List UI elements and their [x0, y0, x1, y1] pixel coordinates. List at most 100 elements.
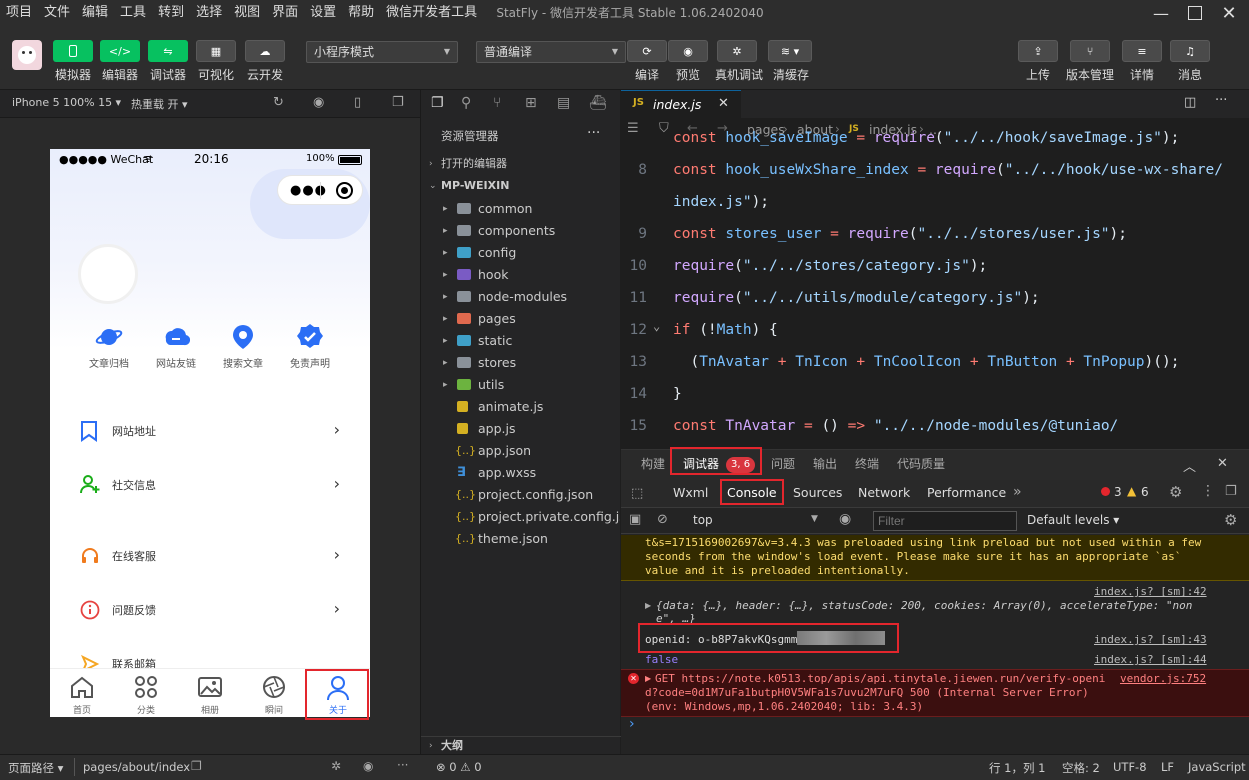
more-tabs-icon[interactable]: »	[1013, 484, 1022, 500]
close-tab-icon[interactable]: ✕	[718, 96, 729, 111]
error-count[interactable]: 3	[1114, 485, 1122, 499]
expand-triangle-icon[interactable]: ▶	[645, 601, 651, 610]
menu-file[interactable]: 文件	[38, 0, 76, 26]
more-icon[interactable]: ···	[587, 125, 600, 141]
tab-terminal[interactable]: 终端	[855, 450, 879, 478]
tree-folder-common[interactable]: ▸ common	[421, 198, 621, 220]
version-button[interactable]: ⑂	[1070, 40, 1110, 62]
rotate-icon[interactable]: ↻	[273, 95, 284, 110]
tree-file-theme[interactable]: {..} theme.json	[421, 528, 621, 550]
tab-debugger[interactable]: 调试器	[683, 450, 719, 478]
maximize-icon[interactable]	[1178, 0, 1212, 26]
tab-output[interactable]: 输出	[813, 450, 837, 478]
menu-select[interactable]: 选择	[190, 0, 228, 26]
tab-code-quality[interactable]: 代码质量	[897, 450, 945, 478]
error-text-line[interactable]: GET https://note.k0513.top/apis/api.tiny…	[655, 672, 1105, 685]
source-link[interactable]: vendor.js:752	[1120, 672, 1206, 685]
copy-icon[interactable]: ❐	[191, 759, 202, 773]
warning-count[interactable]: 6	[1141, 485, 1149, 499]
device-select[interactable]: iPhone 5 100% 15 ▾	[12, 96, 121, 109]
search-pin-icon[interactable]	[229, 323, 257, 351]
tree-file-app-wxss[interactable]: ∃ app.wxss	[421, 462, 621, 484]
list-item-website[interactable]: 网站地址 ›	[50, 411, 370, 451]
eye-icon[interactable]: ◉	[363, 759, 373, 773]
record-icon[interactable]: ◉	[313, 95, 324, 110]
tab-console[interactable]: Console	[727, 480, 777, 506]
tab-home[interactable]: 首页	[50, 669, 114, 717]
messages-button[interactable]: ♫	[1170, 40, 1210, 62]
eye-icon[interactable]: ◉	[839, 511, 851, 527]
editor-toggle-button[interactable]: </>	[100, 40, 140, 62]
inspect-icon[interactable]: ⬚	[631, 486, 643, 501]
simulator-toggle-button[interactable]	[53, 40, 93, 62]
remote-debug-button[interactable]: ✲	[717, 40, 757, 62]
tab-network[interactable]: Network	[858, 480, 910, 506]
error-text-line[interactable]: d?code=0d1M7uFa1butpH0V5WFa1s7uvu2M7uFQ …	[645, 686, 1089, 699]
console-settings-icon[interactable]: ⚙	[1224, 511, 1237, 529]
cursor-position[interactable]: 行 1，列 1	[989, 760, 1045, 776]
friend-links-icon[interactable]	[162, 323, 190, 351]
tree-folder-static[interactable]: ▸ static	[421, 330, 621, 352]
outline-section[interactable]: › 大纲	[421, 736, 621, 754]
menu-project[interactable]: 项目	[0, 0, 38, 26]
list-item-social[interactable]: 社交信息 ›	[50, 465, 370, 505]
tree-folder-node-modules[interactable]: ▸ node-modules	[421, 286, 621, 308]
sidebar-toggle-icon[interactable]: ▣	[629, 512, 641, 527]
phone-frame-icon[interactable]: ▯	[354, 95, 361, 110]
source-link[interactable]: index.js? [sm]:43	[1094, 633, 1207, 646]
tree-folder-pages[interactable]: ▸ pages	[421, 308, 621, 330]
search-icon[interactable]: ⚲	[461, 95, 471, 111]
bug-icon[interactable]: ✲	[331, 759, 341, 773]
dock-icon[interactable]: ❐	[1225, 484, 1237, 499]
console-object-message[interactable]: ▶ {data: {…}, header: {…}, statusCode: 2…	[621, 598, 1249, 626]
close-panel-icon[interactable]: ✕	[1217, 456, 1228, 471]
language-mode[interactable]: JavaScript	[1188, 760, 1246, 774]
capsule-menu[interactable]: ●●●	[277, 175, 363, 205]
indent-spaces[interactable]: 空格: 2	[1062, 760, 1100, 776]
compile-button[interactable]: ⟳	[627, 40, 667, 62]
avatar[interactable]	[12, 40, 42, 70]
console-filter-input[interactable]	[873, 511, 1017, 531]
menu-goto[interactable]: 转到	[152, 0, 190, 26]
kebab-icon[interactable]: ⋮	[1201, 483, 1215, 499]
menu-help[interactable]: 帮助	[342, 0, 380, 26]
tree-file-app-json[interactable]: {..} app.json	[421, 440, 621, 462]
menu-settings[interactable]: 设置	[304, 0, 342, 26]
line-ending[interactable]: LF	[1161, 760, 1174, 774]
tab-about[interactable]: 关于	[306, 669, 370, 717]
docker-icon[interactable]: ⛴	[589, 95, 607, 111]
more-actions-icon[interactable]: ···	[1215, 93, 1227, 108]
tree-folder-components[interactable]: ▸ components	[421, 220, 621, 242]
open-editors-section[interactable]: › 打开的编辑器	[421, 153, 621, 175]
upload-button[interactable]: ⇪	[1018, 40, 1058, 62]
source-link[interactable]: index.js? [sm]:42	[1094, 585, 1207, 598]
page-path-label[interactable]: 页面路径 ▾	[8, 760, 63, 776]
debugger-toggle-button[interactable]: ⇋	[148, 40, 188, 62]
compile-select[interactable]: 普通编译 ▼	[476, 41, 626, 63]
storage-icon[interactable]: ▤	[557, 95, 570, 111]
tree-folder-stores[interactable]: ▸ stores	[421, 352, 621, 374]
menu-tools[interactable]: 工具	[114, 0, 152, 26]
log-levels-select[interactable]: Default levels ▾	[1027, 513, 1119, 527]
tree-file-app-js[interactable]: app.js	[421, 418, 621, 440]
close-window-icon[interactable]: ✕	[1212, 0, 1246, 26]
tree-file-project-private-config[interactable]: {..}project.private.config.js...	[421, 506, 621, 528]
more-dots-icon[interactable]: ●●●	[290, 183, 327, 198]
archive-planet-icon[interactable]	[95, 323, 123, 351]
tree-file-project-config[interactable]: {..} project.config.json	[421, 484, 621, 506]
cloud-dev-button[interactable]: ☁	[245, 40, 285, 62]
mode-select[interactable]: 小程序模式 ▼	[306, 41, 458, 63]
more-icon[interactable]: ···	[397, 758, 408, 772]
popout-icon[interactable]: ❐	[392, 95, 404, 110]
menu-wechat-devtools[interactable]: 微信开发者工具	[380, 0, 483, 26]
expand-triangle-icon[interactable]: ▶	[645, 674, 651, 683]
split-editor-icon[interactable]: ◫	[1184, 95, 1196, 110]
avatar[interactable]	[78, 244, 138, 304]
clear-cache-button[interactable]: ≋ ▾	[768, 40, 812, 62]
context-select[interactable]: top ▼	[683, 511, 829, 531]
editor-tab[interactable]: JS index.js ✕	[621, 90, 741, 118]
menu-view[interactable]: 视图	[228, 0, 266, 26]
preview-button[interactable]: ◉	[668, 40, 708, 62]
tab-wxml[interactable]: Wxml	[673, 480, 708, 506]
problem-counts[interactable]: ⊗ 0 ⚠ 0	[436, 760, 482, 774]
